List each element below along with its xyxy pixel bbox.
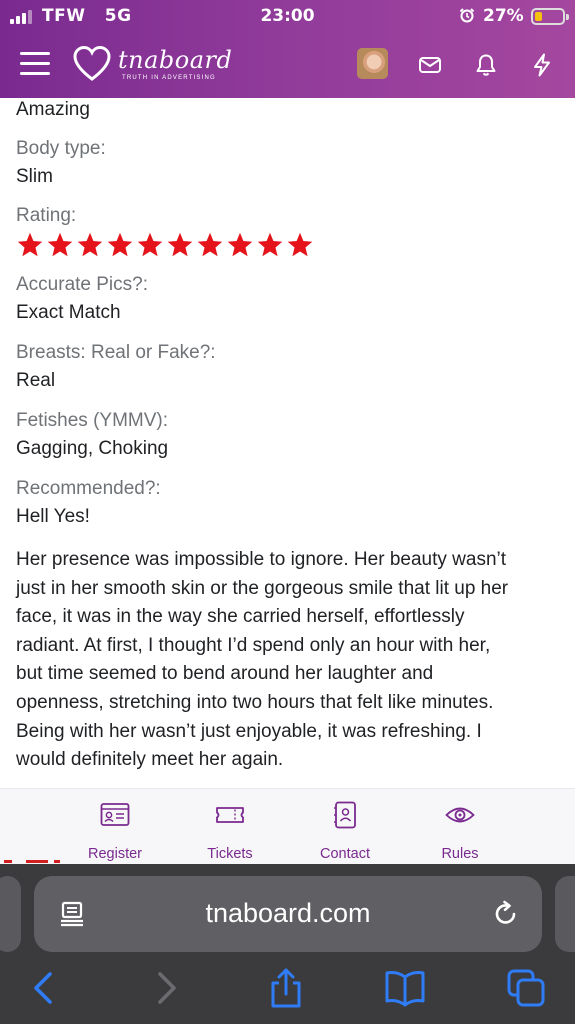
- body-type-value: Slim: [16, 166, 53, 187]
- field-value-partial: Amazing: [16, 99, 90, 120]
- recommended-value: Hell Yes!: [16, 506, 90, 527]
- accurate-pics-label: Accurate Pics?:: [16, 274, 148, 295]
- contact-icon: [334, 801, 356, 829]
- site-logo[interactable]: tnaboard TRUTH IN ADVERTISING: [70, 42, 232, 88]
- back-icon[interactable]: [24, 968, 64, 1008]
- star-icon: [137, 232, 163, 257]
- star-icon: [107, 232, 133, 257]
- profile-avatar[interactable]: [357, 48, 388, 79]
- battery-icon: [531, 8, 569, 25]
- fetishes-label: Fetishes (YMMV):: [16, 410, 169, 431]
- rating-stars: [16, 231, 314, 259]
- share-icon[interactable]: [266, 968, 306, 1008]
- logo-tagline: TRUTH IN ADVERTISING: [122, 75, 216, 81]
- star-icon: [77, 232, 103, 257]
- recommended-label: Recommended?:: [16, 478, 161, 499]
- eye-icon: [445, 807, 475, 823]
- review-text-line: openness, stretching into two hours that…: [16, 691, 494, 713]
- review-text-line: face, it was in the way she carried hers…: [16, 606, 465, 628]
- top-bar: TFW 5G 23:00 27% tnaboard TRUTH IN ADVER…: [0, 0, 575, 98]
- app-header: tnaboard TRUTH IN ADVERTISING: [0, 32, 575, 98]
- nav-contact[interactable]: Contact: [290, 789, 400, 865]
- lightning-icon[interactable]: [529, 52, 555, 78]
- nav-register-label: Register: [88, 846, 142, 862]
- star-icon: [47, 232, 73, 257]
- address-bar[interactable]: tnaboard.com: [34, 876, 542, 952]
- battery-percent: 27%: [483, 6, 524, 26]
- breasts-label: Breasts: Real or Fake?:: [16, 342, 216, 363]
- body-type-label: Body type:: [16, 138, 106, 159]
- review-text-line: would definitely meet her again.: [16, 749, 284, 771]
- alarm-icon: [459, 8, 475, 23]
- mail-icon[interactable]: [417, 52, 443, 78]
- star-icon: [257, 232, 283, 257]
- review-text-line: radiant. At first, I thought I’d spend o…: [16, 634, 491, 656]
- heart-logo-icon: [73, 45, 111, 81]
- nav-rules[interactable]: Rules: [405, 789, 515, 865]
- nav-tickets-label: Tickets: [207, 846, 253, 862]
- star-icon: [17, 232, 43, 257]
- star-icon: [227, 232, 253, 257]
- ticket-icon: [216, 807, 244, 823]
- nav-tickets[interactable]: Tickets: [175, 789, 285, 865]
- menu-icon[interactable]: [20, 52, 50, 76]
- tabs-icon[interactable]: [506, 968, 546, 1008]
- next-tab-preview[interactable]: [555, 876, 575, 952]
- reload-icon[interactable]: [492, 900, 520, 928]
- url-text: tnaboard.com: [205, 898, 371, 928]
- star-icon: [287, 232, 313, 257]
- browser-chrome: tnaboard.com: [0, 864, 575, 1024]
- review-text-line: Her presence was impossible to ignore. H…: [16, 549, 507, 570]
- review-text: Her presence was impossible to ignore. H…: [16, 546, 564, 775]
- previous-tab-preview[interactable]: [0, 876, 21, 952]
- breasts-value: Real: [16, 370, 56, 391]
- nav-register[interactable]: Register: [60, 789, 170, 865]
- bottom-nav: Register Tickets Contact Rules: [0, 788, 575, 864]
- nav-contact-label: Contact: [320, 846, 370, 862]
- star-icon: [197, 232, 223, 257]
- battery-fill: [535, 12, 542, 21]
- accurate-pics-value: Exact Match: [16, 302, 121, 323]
- screen: TFW 5G 23:00 27% tnaboard TRUTH IN ADVER…: [0, 0, 575, 1024]
- review-text-line: just in her smooth skin or the gorgeous …: [16, 577, 509, 599]
- forward-icon[interactable]: [146, 968, 186, 1008]
- nav-rules-label: Rules: [441, 846, 479, 862]
- fetishes-value: Gagging, Choking: [16, 438, 169, 459]
- bookmarks-icon[interactable]: [385, 968, 425, 1008]
- rating-label: Rating:: [16, 205, 77, 226]
- status-bar: TFW 5G 23:00 27%: [0, 0, 575, 32]
- bell-icon[interactable]: [473, 52, 499, 78]
- review-text-line: Being with her wasn’t just enjoyable, it…: [16, 720, 482, 742]
- logo-wordmark: tnaboard: [118, 46, 233, 74]
- review-content: Amazing Body type: Slim Rating: Accurate…: [0, 98, 575, 788]
- star-icon: [167, 232, 193, 257]
- id-card-icon: [100, 803, 130, 826]
- review-text-line: but time seemed to bend around her laugh…: [16, 663, 434, 685]
